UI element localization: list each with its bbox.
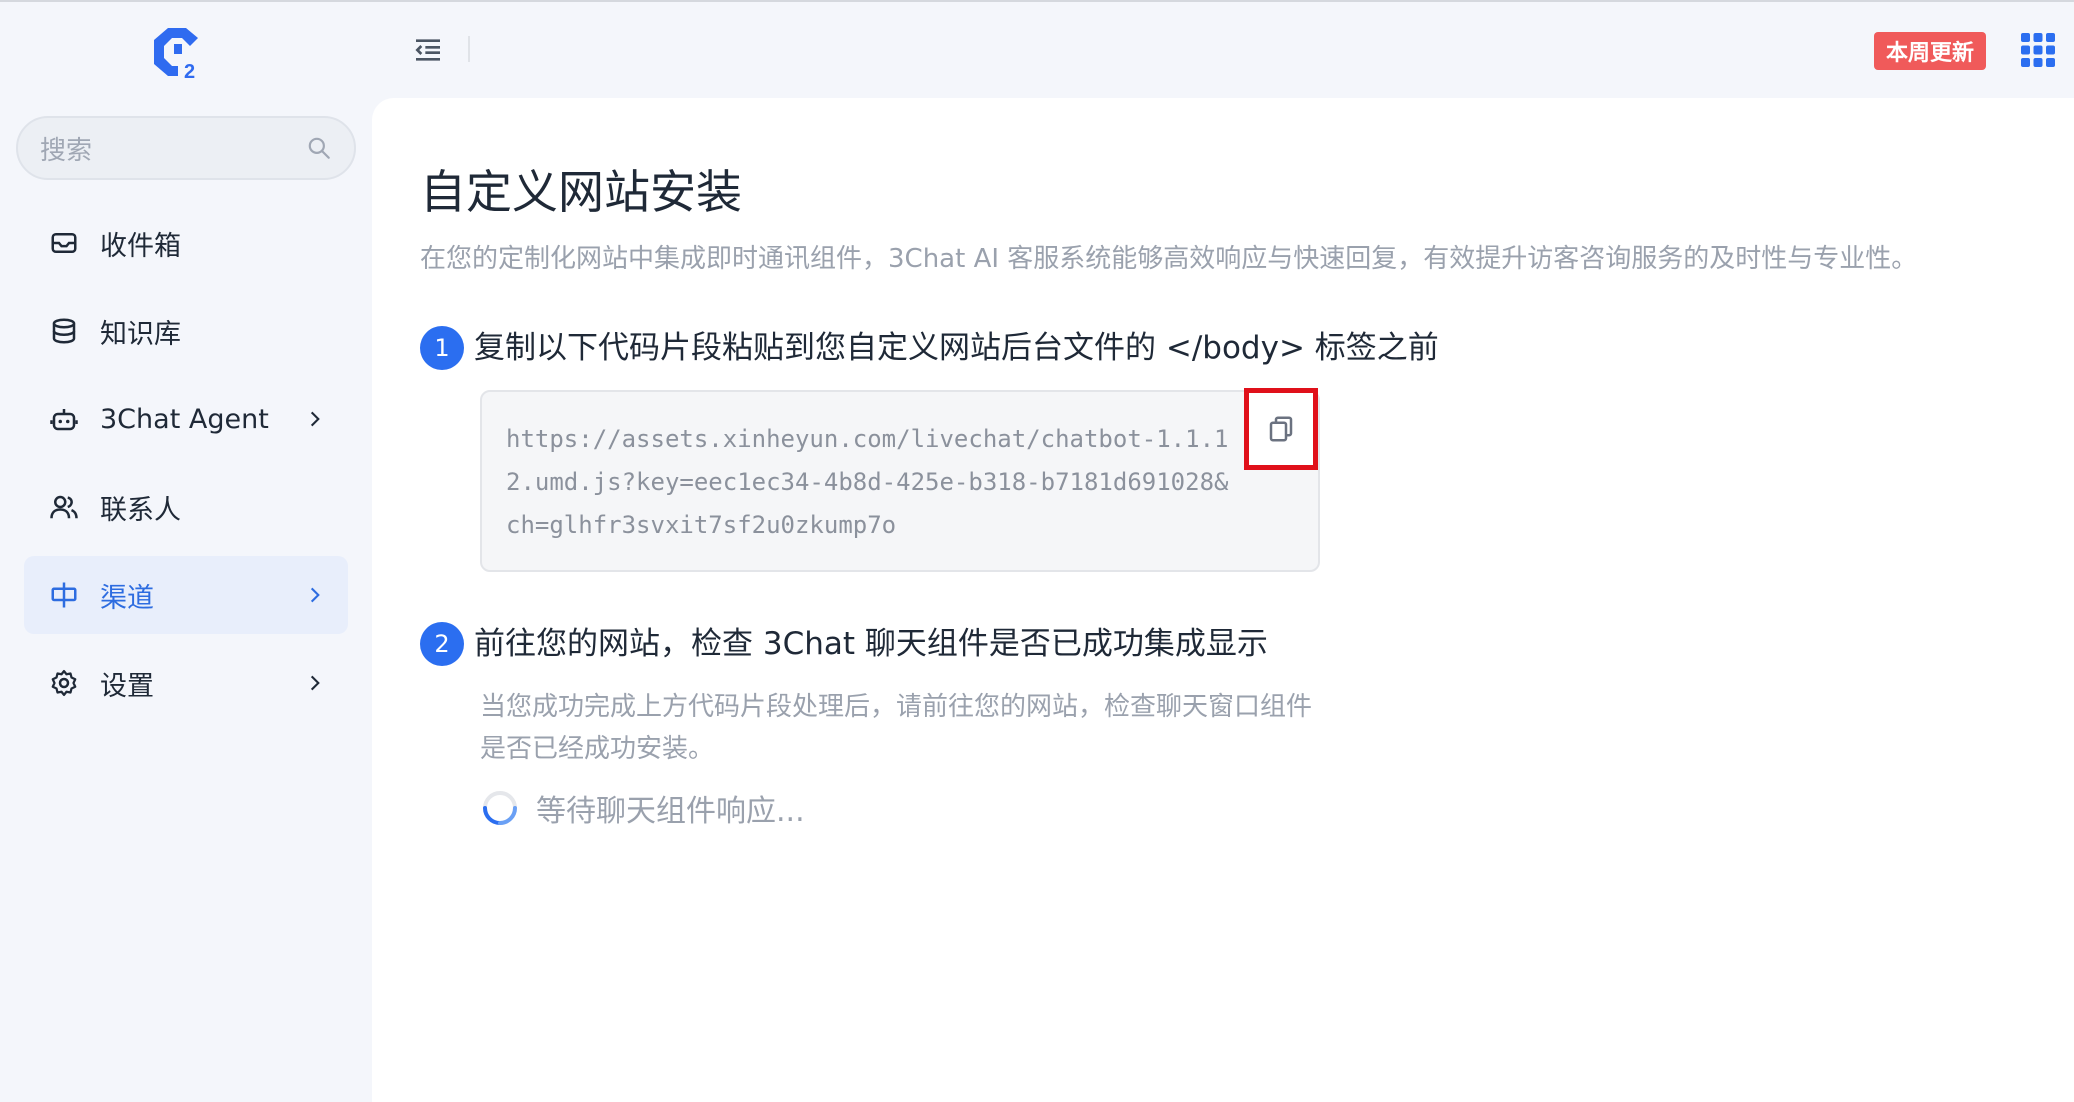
loading-spinner-icon [483,791,517,825]
sidebar-item-contacts[interactable]: 联系人 [24,468,348,546]
step-2-number: 2 [420,622,464,666]
robot-icon [48,403,80,435]
sidebar-item-label: 3Chat Agent [100,403,269,435]
chevron-right-icon[interactable] [300,668,330,698]
sidebar-item-settings[interactable]: 设置 [24,644,348,722]
main-panel: 自定义网站安装 在您的定制化网站中集成即时通讯组件，3Chat AI 客服系统能… [372,98,2074,1102]
sidebar-item-label: 知识库 [100,318,181,350]
step-2-description: 当您成功完成上方代码片段处理后，请前往您的网站，检查聊天窗口组件是否已经成功安装… [480,692,1313,764]
channel-icon [48,579,80,611]
menu-collapse-icon[interactable] [412,34,444,66]
step-2-title: 前往您的网站，检查 3Chat 聊天组件是否已成功集成显示 [474,626,1268,662]
step-1-number: 1 [420,326,464,370]
contacts-icon [48,491,80,523]
step-1-title: 复制以下代码片段粘贴到您自定义网站后台文件的 </body> 标签之前 [474,330,1439,366]
search-box[interactable]: 搜索 [16,116,356,180]
header-divider [468,36,470,62]
weekly-update-badge[interactable]: 本周更新 [1874,32,1986,70]
sidebar-item-label: 渠道 [100,582,154,614]
waiting-text: 等待聊天组件响应... [536,794,805,829]
sidebar-item-channels[interactable]: 渠道 [24,556,348,634]
apps-grid-icon[interactable] [2020,32,2056,68]
search-icon[interactable] [306,135,332,161]
sidebar-item-inbox[interactable]: 收件箱 [24,204,348,282]
copy-icon [1269,416,1293,442]
svg-text:2: 2 [184,61,195,80]
page-title: 自定义网站安装 [420,165,742,219]
sidebar: 2 搜索 收件箱 知识库 3Chat Agent 联系人 渠道 设置 [0,2,372,1102]
gear-icon [48,667,80,699]
copy-button[interactable] [1244,388,1318,470]
database-icon [48,315,80,347]
sidebar-item-knowledge-base[interactable]: 知识库 [24,292,348,370]
sidebar-item-3chat-agent[interactable]: 3Chat Agent [24,380,348,458]
sidebar-item-label: 收件箱 [100,230,181,262]
inbox-icon [48,227,80,259]
waiting-status: 等待聊天组件响应... [480,786,805,830]
app-logo[interactable]: 2 [148,24,206,80]
chevron-right-icon[interactable] [300,404,330,434]
page-description: 在您的定制化网站中集成即时通讯组件，3Chat AI 客服系统能够高效响应与快速… [420,244,1918,274]
code-snippet-box: https://assets.xinheyun.com/livechat/cha… [480,390,1320,572]
code-snippet[interactable]: https://assets.xinheyun.com/livechat/cha… [506,418,1232,547]
chevron-right-icon[interactable] [300,580,330,610]
search-input[interactable]: 搜索 [40,130,306,167]
sidebar-item-label: 设置 [100,670,154,702]
sidebar-item-label: 联系人 [100,494,181,526]
